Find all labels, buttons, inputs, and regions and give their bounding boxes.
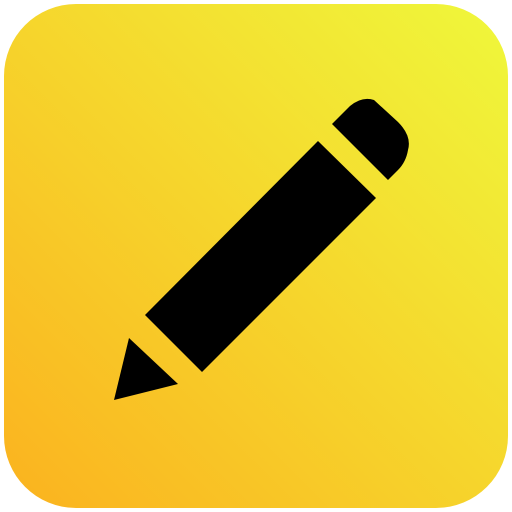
pencil-icon <box>114 98 409 400</box>
pencil-barrel <box>145 141 376 372</box>
pencil-tip <box>114 338 178 400</box>
